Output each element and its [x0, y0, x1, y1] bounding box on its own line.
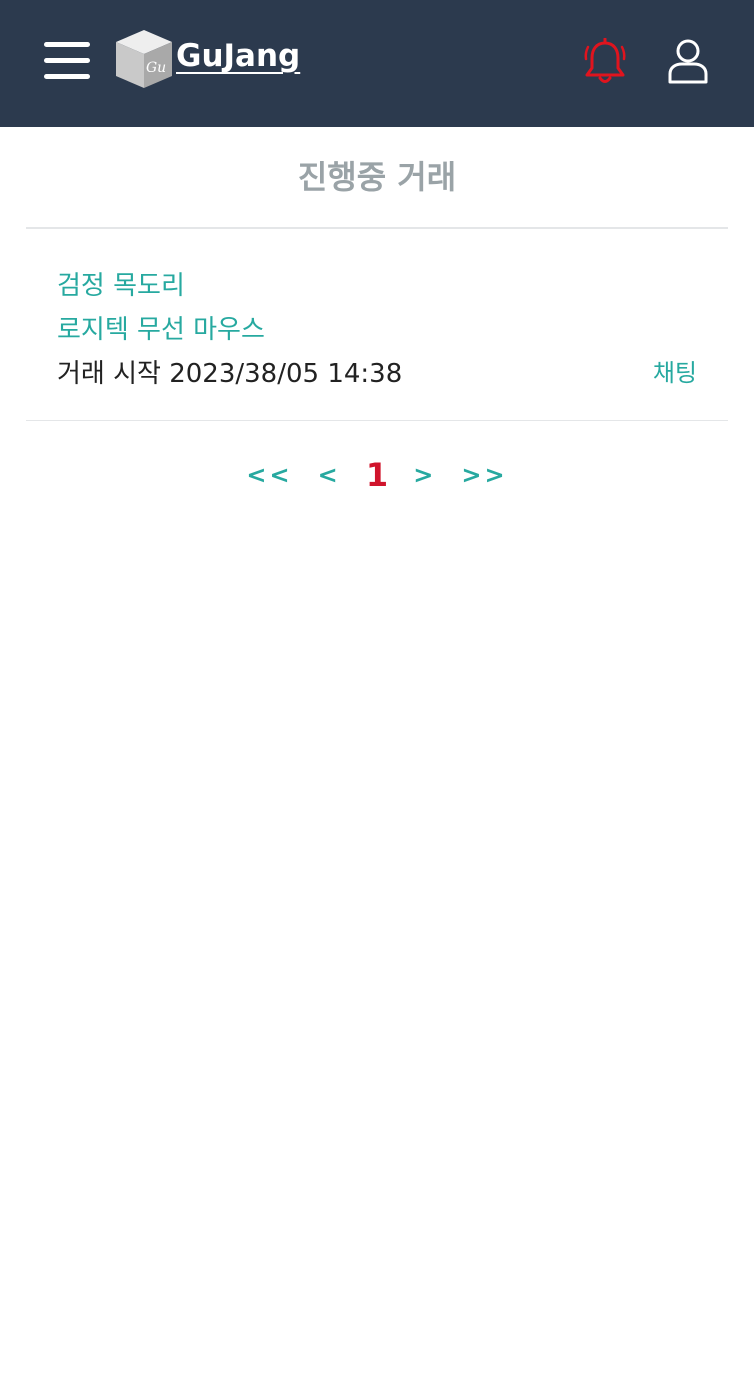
- trade-list-item: 검정 목도리 로지텍 무선 마우스 거래 시작 2023/38/05 14:38…: [26, 229, 728, 419]
- logo-text: GuJang: [176, 38, 301, 74]
- user-profile-icon[interactable]: [666, 38, 710, 86]
- last-page-button[interactable]: >>: [461, 461, 507, 489]
- app-root: Gu GuJang 진행중 거래 검정 목도리 로지텍 무선 마우스 거래 시작…: [0, 0, 754, 1387]
- cube-logo-icon: Gu: [116, 30, 172, 88]
- page-title: 진행중 거래: [297, 158, 457, 196]
- divider: [26, 420, 728, 421]
- first-page-button[interactable]: <<: [246, 461, 292, 489]
- current-page-number[interactable]: 1: [366, 456, 388, 494]
- gujang-logo[interactable]: Gu GuJang: [114, 28, 324, 92]
- logo-cube-text: Gu: [146, 60, 166, 76]
- pagination: << < 1 > >>: [0, 456, 754, 500]
- chat-button[interactable]: 채팅: [653, 353, 697, 388]
- trade-item-name[interactable]: 검정 목도리: [57, 265, 185, 302]
- trade-start-time: 거래 시작 2023/38/05 14:38: [57, 359, 403, 389]
- notification-bell-icon[interactable]: [582, 37, 628, 86]
- prev-page-button[interactable]: <: [318, 461, 341, 489]
- hamburger-menu-icon[interactable]: [44, 42, 90, 80]
- next-page-button[interactable]: >: [413, 461, 436, 489]
- top-header: Gu GuJang: [0, 0, 754, 127]
- trade-item-name[interactable]: 로지텍 무선 마우스: [57, 309, 265, 346]
